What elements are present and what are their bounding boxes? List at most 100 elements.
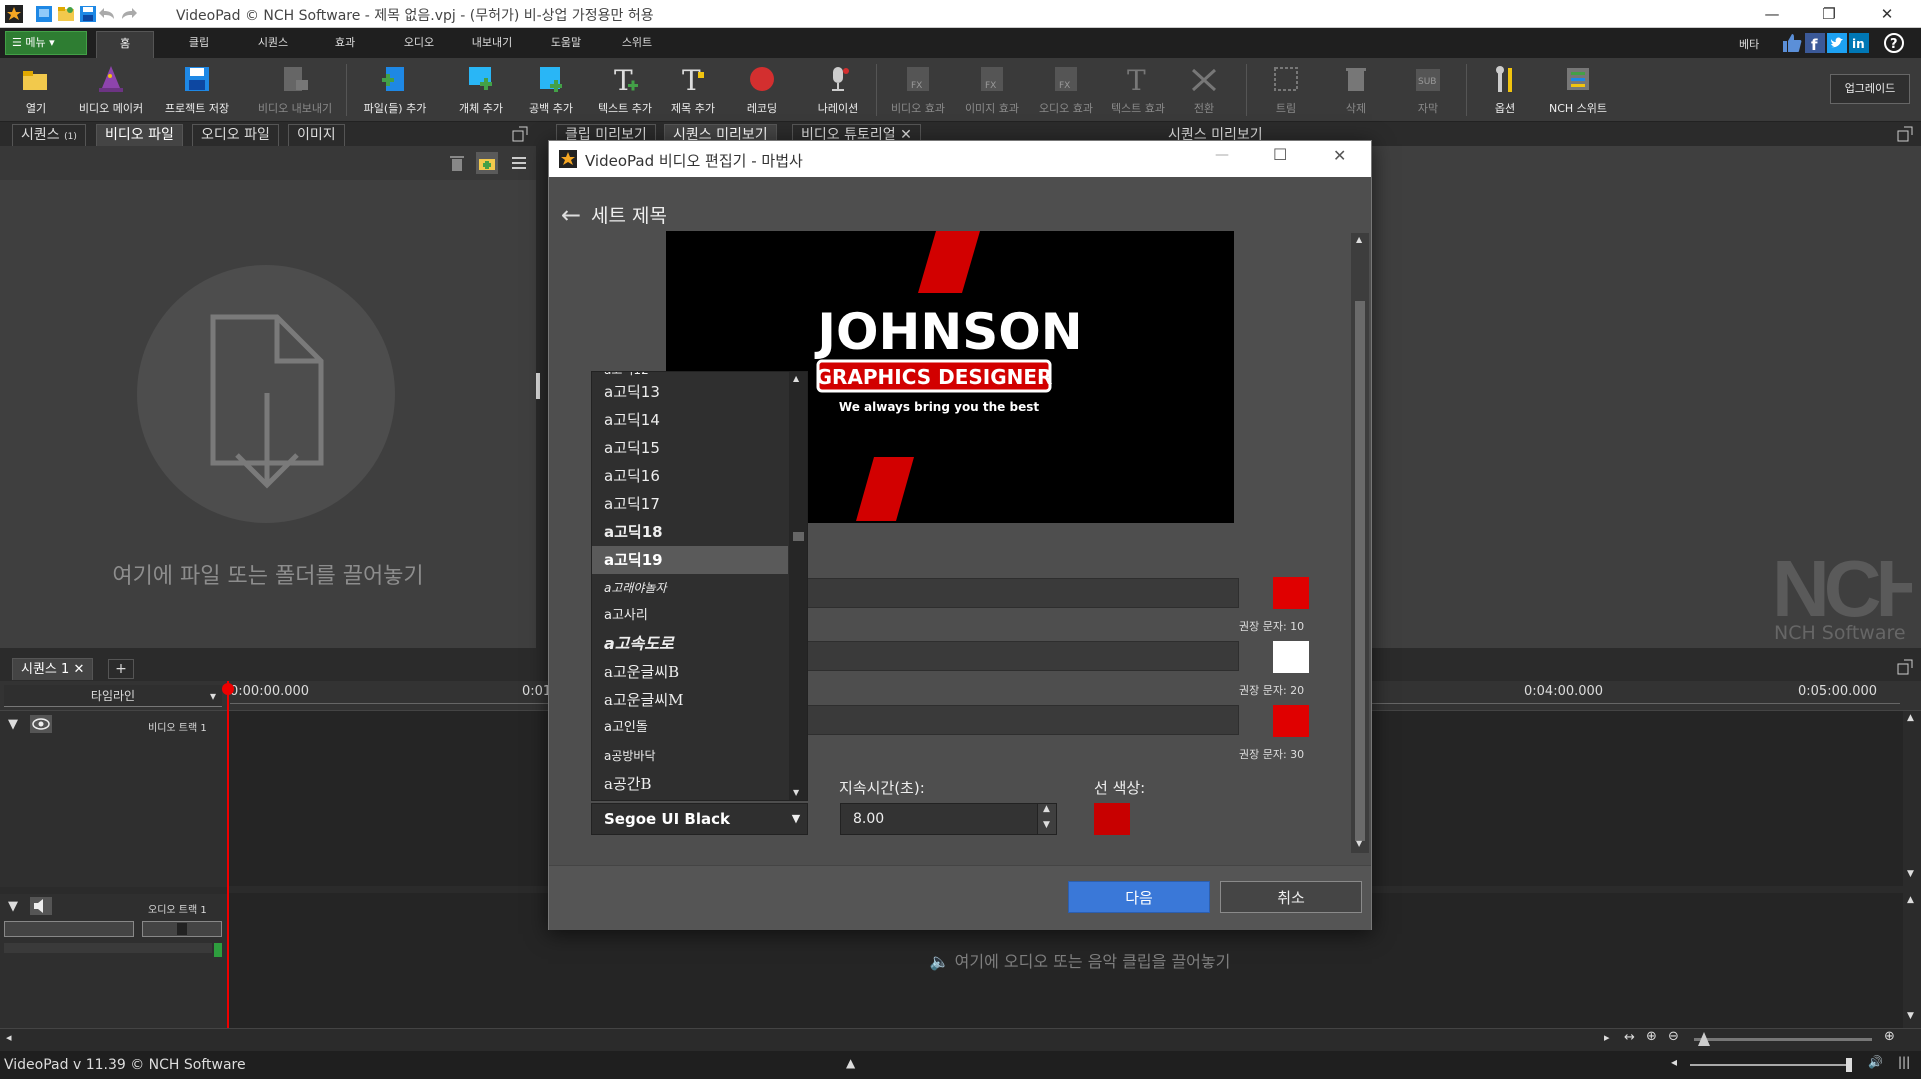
zoom-in-icon[interactable]: ⊕ xyxy=(1884,1029,1895,1044)
scroll-up-icon[interactable]: ▲ xyxy=(1356,235,1362,244)
duration-spinner[interactable]: ▲ ▼ xyxy=(1037,803,1057,835)
tab-audio-files[interactable]: 오디오 파일 xyxy=(192,124,279,146)
timeline-mode-select[interactable]: 타임라인 ▾ xyxy=(4,685,222,707)
font-option[interactable]: a공방바닥 xyxy=(592,742,788,770)
font-option[interactable]: a고인돌 xyxy=(592,714,788,742)
zoom-out-icon[interactable]: ⊖ xyxy=(1668,1029,1679,1044)
font-option[interactable]: a고운글씨B xyxy=(592,658,788,686)
font-option[interactable]: a고딕15 xyxy=(592,434,788,462)
twitter-icon[interactable] xyxy=(1827,33,1847,53)
font-option[interactable]: a고딕17 xyxy=(592,490,788,518)
main-menu-button[interactable]: ☰ 메뉴 ▾ xyxy=(5,31,87,55)
timeline-horizontal-scrollbar[interactable]: ◂ ▸ ↔ ⊕ ⊖ ⊕ xyxy=(0,1028,1921,1048)
duration-input[interactable]: 8.00 xyxy=(840,803,1040,835)
scroll-right-icon[interactable]: ▸ xyxy=(1604,1031,1610,1044)
save-icon[interactable] xyxy=(78,4,98,24)
transition-button[interactable]: 전환 xyxy=(1180,60,1228,120)
volume-high-icon[interactable]: 🔊 xyxy=(1868,1055,1883,1069)
speaker-icon[interactable] xyxy=(30,897,52,915)
next-button[interactable]: 다음 xyxy=(1068,881,1210,913)
scroll-up-icon[interactable]: ▲ xyxy=(1907,713,1914,723)
fit-timeline-icon[interactable]: ↔ xyxy=(1624,1030,1635,1045)
eye-icon[interactable] xyxy=(30,715,52,733)
add-object-button[interactable]: 개체 추가 xyxy=(452,60,510,120)
export-video-button[interactable]: 비디오 내보내기 xyxy=(252,60,338,120)
add-text-button[interactable]: T 텍스트 추가 xyxy=(592,60,658,120)
add-title-button[interactable]: T 제목 추가 xyxy=(664,60,722,120)
dialog-scrollbar[interactable]: ▲ ▼ xyxy=(1351,233,1369,853)
title-color-swatch-2[interactable] xyxy=(1273,641,1309,673)
font-option-highlighted[interactable]: a고딕19 xyxy=(592,546,788,574)
font-option[interactable]: a고딕18 xyxy=(592,518,788,546)
font-select[interactable]: Segoe UI Black xyxy=(591,803,808,835)
font-list-scroll-thumb[interactable] xyxy=(793,532,804,541)
font-option[interactable]: a고속도로 xyxy=(592,630,788,658)
font-option[interactable]: a고딕13 xyxy=(592,378,788,406)
title-color-swatch-1[interactable] xyxy=(1273,577,1309,609)
open-folder-icon[interactable] xyxy=(56,4,76,24)
expand-panel-icon[interactable]: ▲ xyxy=(846,1056,855,1070)
scroll-down-icon[interactable]: ▼ xyxy=(793,788,799,797)
subtitle-button[interactable]: SUB 자막 xyxy=(1404,60,1452,120)
scroll-up-icon[interactable]: ▲ xyxy=(1907,895,1914,905)
like-icon[interactable] xyxy=(1781,32,1803,54)
tab-video-files[interactable]: 비디오 파일 xyxy=(96,124,183,146)
text-effects-button[interactable]: T 텍스트 효과 xyxy=(1104,60,1172,120)
chevron-down-icon[interactable]: ▼ xyxy=(785,805,807,833)
spin-up-icon[interactable]: ▲ xyxy=(1043,804,1050,814)
font-option[interactable]: a공간B xyxy=(592,770,788,798)
options-button[interactable]: 옵션 xyxy=(1480,60,1530,120)
scroll-down-icon[interactable]: ▼ xyxy=(1356,839,1362,848)
tab-home[interactable]: 홈 xyxy=(96,31,154,58)
open-button[interactable]: 열기 xyxy=(10,60,62,120)
collapse-arrow-icon[interactable]: ▼ xyxy=(8,717,18,732)
volume-low-icon[interactable]: ◂ xyxy=(1671,1055,1677,1069)
title-color-swatch-3[interactable] xyxy=(1273,705,1309,737)
dialog-maximize-button[interactable]: ☐ xyxy=(1273,145,1287,164)
font-option[interactable]: a고딕16 xyxy=(592,462,788,490)
dialog-close-button[interactable]: ✕ xyxy=(1333,146,1346,165)
zoom-slider[interactable] xyxy=(1694,1038,1872,1041)
font-list-scrollbar[interactable]: ▲ ▼ xyxy=(789,372,807,800)
help-icon[interactable]: ? xyxy=(1883,32,1905,54)
video-track-scrollbar[interactable]: ▲ ▼ xyxy=(1903,711,1921,886)
dialog-minimize-button[interactable]: — xyxy=(1215,147,1229,163)
add-folder-icon[interactable] xyxy=(476,152,498,174)
scroll-down-icon[interactable]: ▼ xyxy=(1907,869,1914,879)
redo-icon[interactable] xyxy=(118,4,138,24)
zoom-in-icon[interactable]: ⊕ xyxy=(1646,1029,1657,1044)
tab-images[interactable]: 이미지 xyxy=(288,124,345,146)
restore-button[interactable]: ❐ xyxy=(1806,0,1852,28)
title-text-field-3[interactable]: . xyxy=(799,705,1239,735)
master-volume-slider[interactable] xyxy=(1690,1064,1850,1066)
cancel-button[interactable]: 취소 xyxy=(1220,881,1362,913)
undo-icon[interactable] xyxy=(98,4,118,24)
playhead-handle[interactable] xyxy=(222,683,234,695)
minimize-button[interactable]: — xyxy=(1749,0,1795,28)
tab-export[interactable]: 내보내기 xyxy=(460,31,524,58)
audio-track-scrollbar[interactable]: ▲ ▼ xyxy=(1903,893,1921,1028)
image-effects-button[interactable]: FX 이미지 효과 xyxy=(958,60,1026,120)
line-color-swatch[interactable] xyxy=(1094,803,1130,835)
tab-audio[interactable]: 오디오 xyxy=(390,31,448,58)
spin-down-icon[interactable]: ▼ xyxy=(1043,820,1050,830)
master-volume-handle[interactable] xyxy=(1846,1058,1852,1072)
tab-clip[interactable]: 클립 xyxy=(170,31,228,58)
audio-effects-button[interactable]: FX 오디오 효과 xyxy=(1032,60,1100,120)
close-tab-icon[interactable]: ✕ xyxy=(73,662,84,677)
level-meter-icon[interactable]: ||| xyxy=(1898,1055,1910,1069)
tab-help[interactable]: 도움말 xyxy=(534,31,598,58)
font-option[interactable]: a고딕14 xyxy=(592,406,788,434)
delete-button[interactable]: 삭제 xyxy=(1332,60,1380,120)
scroll-left-icon[interactable]: ◂ xyxy=(6,1031,12,1044)
splitter-handle[interactable] xyxy=(536,373,540,399)
font-option[interactable]: a고사리 xyxy=(592,602,788,630)
playhead[interactable] xyxy=(227,681,229,1028)
font-option[interactable]: a고래야놀자 xyxy=(592,574,788,602)
add-files-button[interactable]: 파일(들) 추가 xyxy=(356,60,434,120)
tab-sequences[interactable]: 시퀀스 (1) xyxy=(12,124,86,146)
upgrade-button[interactable]: 업그레이드 xyxy=(1830,74,1910,104)
add-blank-button[interactable]: 공백 추가 xyxy=(522,60,580,120)
video-maker-button[interactable]: 비디오 메이커 xyxy=(72,60,150,120)
tab-effects[interactable]: 효과 xyxy=(316,31,374,58)
